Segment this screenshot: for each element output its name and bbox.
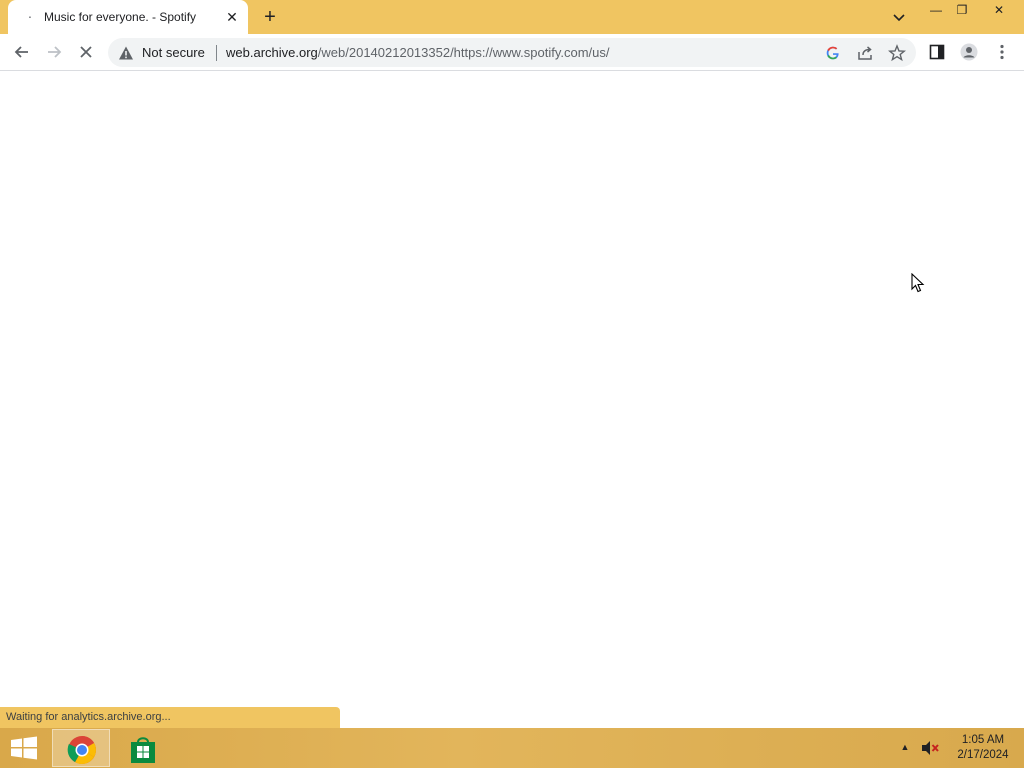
tray-overflow-chevron-icon[interactable]: ▲ (899, 742, 911, 754)
address-bar[interactable]: Not secure web.archive.org/web/201402120… (108, 38, 916, 67)
mouse-cursor-icon (911, 273, 925, 293)
taskbar-store-button[interactable] (114, 729, 172, 767)
side-panel-icon[interactable] (928, 43, 946, 61)
taskbar: ▲ 1:05 AM 2/17/2024 (0, 728, 1024, 768)
loading-favicon-icon: · (27, 8, 33, 24)
url-path: /web/20140212013352/https://www.spotify.… (317, 45, 610, 60)
windows-start-icon[interactable] (10, 736, 38, 760)
clock-date: 2/17/2024 (957, 749, 1009, 761)
bookmark-star-icon[interactable] (888, 44, 906, 62)
warning-triangle-icon[interactable] (118, 45, 134, 61)
url-host: web.archive.org (226, 45, 318, 60)
store-bag-icon (131, 737, 155, 763)
taskbar-chrome-button[interactable] (52, 729, 110, 767)
omnibox-divider (216, 45, 217, 61)
status-bubble: Waiting for analytics.archive.org... (0, 707, 340, 728)
url-text[interactable]: web.archive.org/web/20140212013352/https… (226, 45, 610, 60)
clock-time: 1:05 AM (961, 734, 1005, 746)
close-window-button[interactable]: ✕ (980, 0, 1018, 22)
volume-muted-icon[interactable] (920, 740, 940, 756)
profile-avatar-icon[interactable] (960, 43, 978, 61)
kebab-menu-icon[interactable] (993, 43, 1011, 61)
tab-strip: · Music for everyone. - Spotify ✕ + — ❐ … (0, 0, 1024, 34)
forward-arrow-icon[interactable] (43, 41, 65, 63)
google-lens-icon[interactable] (824, 44, 842, 62)
system-clock[interactable]: 1:05 AM 2/17/2024 (948, 733, 1018, 763)
new-tab-button[interactable]: + (258, 6, 282, 28)
tab-title: Music for everyone. - Spotify (44, 10, 197, 24)
restore-button[interactable]: ❐ (944, 0, 980, 22)
tab-search-chevron-icon[interactable] (890, 8, 908, 26)
chrome-icon (67, 736, 96, 764)
share-icon[interactable] (856, 44, 874, 62)
security-status-label[interactable]: Not secure (142, 45, 205, 60)
stop-loading-icon[interactable] (75, 41, 97, 63)
browser-tab[interactable]: · Music for everyone. - Spotify ✕ (8, 0, 248, 34)
tab-close-icon[interactable]: ✕ (224, 9, 240, 25)
back-arrow-icon[interactable] (11, 41, 33, 63)
page-content (0, 71, 1024, 728)
browser-toolbar: Not secure web.archive.org/web/201402120… (0, 34, 1024, 71)
